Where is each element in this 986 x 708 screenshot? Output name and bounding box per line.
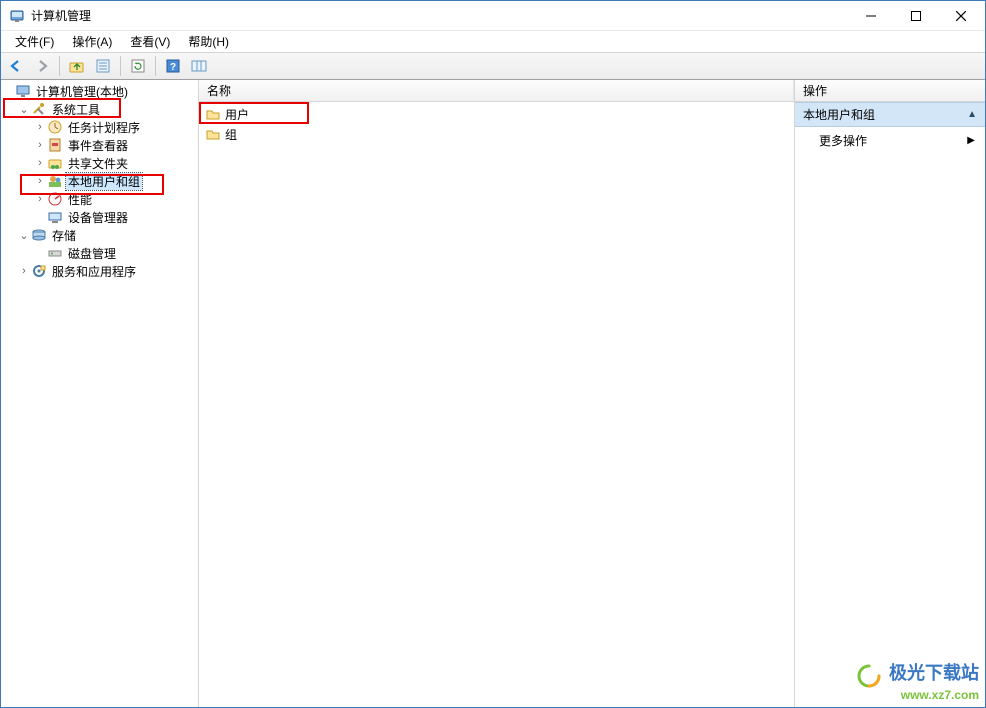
folder-up-icon (69, 58, 85, 74)
tree-label: 磁盘管理 (66, 245, 118, 262)
list-pane: 名称 用户 组 (199, 80, 795, 707)
computer-icon (15, 83, 31, 99)
menubar: 文件(F) 操作(A) 查看(V) 帮助(H) (1, 31, 985, 52)
disk-icon (47, 245, 63, 261)
properties-icon (95, 58, 111, 74)
column-header-name[interactable]: 名称 (199, 80, 794, 101)
users-icon (47, 173, 63, 189)
tree-item-system-tools[interactable]: ⌄ 系统工具 (17, 100, 198, 118)
tree-label: 任务计划程序 (66, 119, 142, 136)
tree-item-event-viewer[interactable]: › 事件查看器 (33, 136, 198, 154)
expand-toggle[interactable]: › (33, 193, 47, 205)
action-pane: 操作 本地用户和组 ▲ 更多操作 ▶ (795, 80, 985, 707)
action-item-label: 更多操作 (819, 132, 867, 149)
menu-action[interactable]: 操作(A) (64, 31, 120, 52)
event-log-icon (47, 137, 63, 153)
tree-item-shared-folders[interactable]: › 共享文件夹 (33, 154, 198, 172)
tree-item-storage[interactable]: ⌄ 存储 (17, 226, 198, 244)
expand-toggle[interactable]: › (33, 175, 47, 187)
tree-label: 性能 (66, 191, 94, 208)
toolbar-up-button[interactable] (66, 55, 88, 77)
menu-file[interactable]: 文件(F) (7, 31, 62, 52)
expand-toggle[interactable]: › (33, 157, 47, 169)
toolbar-forward-button[interactable] (31, 55, 53, 77)
collapse-toggle[interactable]: ⌄ (17, 229, 31, 242)
tree-item-computer-management[interactable]: 计算机管理(本地) (1, 82, 198, 100)
window-title: 计算机管理 (31, 7, 848, 24)
action-group-label: 本地用户和组 (803, 106, 875, 123)
caret-up-icon: ▲ (967, 109, 977, 120)
tree-item-services-apps[interactable]: › 服务和应用程序 (17, 262, 198, 280)
toolbar-separator (155, 56, 156, 76)
tree-label: 本地用户和组 (66, 173, 142, 190)
tree-label: 事件查看器 (66, 137, 130, 154)
list-body[interactable]: 用户 组 (199, 102, 794, 707)
device-manager-icon (47, 209, 63, 225)
refresh-icon (130, 58, 146, 74)
list-item-label: 组 (225, 126, 237, 143)
tree-item-device-manager[interactable]: 设备管理器 (33, 208, 198, 226)
shared-folder-icon (47, 155, 63, 171)
expand-toggle[interactable]: › (33, 139, 47, 151)
tree-label: 计算机管理(本地) (34, 83, 130, 100)
toolbar: ? (1, 52, 985, 80)
app-icon (9, 8, 25, 24)
toolbar-showhide-button[interactable] (188, 55, 210, 77)
list-header: 名称 (199, 80, 794, 102)
services-icon (31, 263, 47, 279)
menu-help[interactable]: 帮助(H) (180, 31, 237, 52)
tree-item-task-scheduler[interactable]: › 任务计划程序 (33, 118, 198, 136)
expand-toggle[interactable]: › (17, 265, 31, 277)
titlebar: 计算机管理 (1, 1, 985, 31)
toolbar-properties-button[interactable] (92, 55, 114, 77)
action-group-title[interactable]: 本地用户和组 ▲ (795, 102, 985, 127)
tree-root: 计算机管理(本地) ⌄ 系统工具 (1, 82, 198, 280)
arrow-left-icon (8, 58, 24, 74)
tree-item-local-users[interactable]: › 本地用户和组 (33, 172, 198, 190)
folder-icon (205, 106, 221, 122)
list-item-users[interactable]: 用户 (199, 104, 794, 124)
maximize-button[interactable] (893, 1, 938, 30)
tree-label: 设备管理器 (66, 209, 130, 226)
help-icon: ? (165, 58, 181, 74)
close-button[interactable] (938, 1, 983, 30)
toolbar-separator (120, 56, 121, 76)
window-controls (848, 1, 983, 30)
action-pane-header: 操作 (795, 80, 985, 102)
tree-label: 共享文件夹 (66, 155, 130, 172)
toolbar-separator (59, 56, 60, 76)
tree-pane[interactable]: 计算机管理(本地) ⌄ 系统工具 (1, 80, 199, 707)
tree-item-performance[interactable]: › 性能 (33, 190, 198, 208)
content-area: 计算机管理(本地) ⌄ 系统工具 (1, 80, 985, 707)
arrow-right-icon: ▶ (967, 135, 975, 146)
minimize-button[interactable] (848, 1, 893, 30)
clock-icon (47, 119, 63, 135)
action-more-actions[interactable]: 更多操作 ▶ (795, 127, 985, 154)
toolbar-help-button[interactable]: ? (162, 55, 184, 77)
arrow-right-icon (34, 58, 50, 74)
tools-icon (31, 101, 47, 117)
toolbar-back-button[interactable] (5, 55, 27, 77)
menu-view[interactable]: 查看(V) (122, 31, 178, 52)
tree-item-disk-management[interactable]: 磁盘管理 (33, 244, 198, 262)
tree-label: 系统工具 (50, 101, 102, 118)
tree-label: 服务和应用程序 (50, 263, 138, 280)
list-item-groups[interactable]: 组 (199, 124, 794, 144)
list-item-label: 用户 (225, 106, 249, 123)
storage-icon (31, 227, 47, 243)
folder-icon (205, 126, 221, 142)
toolbar-refresh-button[interactable] (127, 55, 149, 77)
panes-icon (191, 58, 207, 74)
collapse-toggle[interactable]: ⌄ (17, 103, 31, 116)
svg-text:?: ? (170, 62, 176, 73)
expand-toggle[interactable]: › (33, 121, 47, 133)
performance-icon (47, 191, 63, 207)
tree-label: 存储 (50, 227, 78, 244)
